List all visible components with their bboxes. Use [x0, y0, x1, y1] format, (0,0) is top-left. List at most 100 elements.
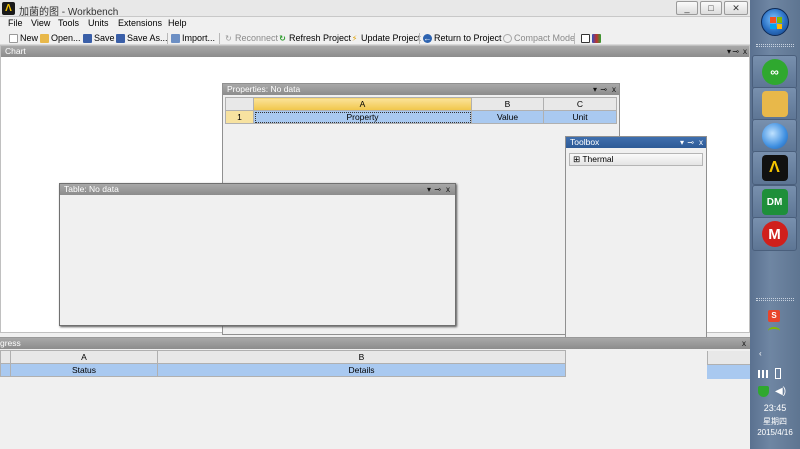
globe-icon	[761, 123, 788, 149]
properties-pin-icon[interactable]: ⊸	[600, 84, 607, 95]
table-pane-header: Table: No data ▾ ⊸ x	[60, 184, 455, 195]
start-button[interactable]	[761, 8, 789, 36]
progress-row-filler	[707, 365, 750, 379]
corner-cell	[225, 97, 254, 111]
taskbar-app-mechanical[interactable]: M	[752, 217, 797, 251]
show-hidden-icons-chevron[interactable]: ‹	[759, 349, 762, 358]
status-cell[interactable]: Status	[10, 363, 158, 377]
table-pin-icon[interactable]: ⊸	[434, 184, 441, 195]
progress-pane-header: gress x	[0, 338, 750, 349]
menu-tools[interactable]: Tools	[58, 18, 79, 28]
open-button[interactable]: Open...	[40, 32, 81, 44]
toolbar-separator	[574, 33, 575, 44]
toolbox-close-icon[interactable]: x	[699, 137, 703, 148]
chart-pin-icon[interactable]: ⊸	[732, 46, 739, 57]
window-title: 加菌的图 - Workbench	[19, 7, 119, 18]
save-as-label: Save As...	[127, 33, 168, 43]
save-as-button[interactable]: Save As...	[116, 32, 168, 44]
compact-mode-button[interactable]: Compact Mode	[503, 32, 575, 44]
save-button[interactable]: Save	[83, 32, 115, 44]
minimize-button[interactable]: _	[676, 1, 698, 15]
taskbar-app-folder[interactable]	[752, 87, 797, 121]
clock-day[interactable]: 星期四	[752, 416, 798, 427]
value-cell[interactable]: Value	[471, 110, 544, 124]
maximize-button[interactable]: □	[700, 1, 722, 15]
taskbar-grip	[756, 298, 794, 301]
column-header-a[interactable]: A	[253, 97, 472, 111]
volume-icon[interactable]: ◀)	[775, 386, 786, 397]
menu-help[interactable]: Help	[168, 18, 187, 28]
table-row: Status Details	[0, 363, 566, 377]
taskbar-app-designmodeler[interactable]: DM	[752, 185, 797, 219]
import-icon	[171, 33, 180, 43]
row-number[interactable]: 1	[225, 110, 254, 124]
toolbox-pane-title: Toolbox	[570, 137, 600, 147]
return-to-project-button[interactable]: ← Return to Project	[423, 32, 502, 44]
menu-bar: File View Tools Units Extensions Help	[0, 17, 750, 31]
import-button[interactable]: Import...	[171, 32, 215, 44]
folder-icon	[761, 91, 788, 117]
taskbar-app-browser[interactable]	[752, 119, 797, 153]
properties-pane-title: Properties: No data	[227, 84, 301, 94]
network-signal-icon[interactable]	[758, 370, 768, 378]
nvidia-icon[interactable]	[768, 327, 780, 335]
designmodeler-icon: DM	[761, 189, 788, 215]
property-cell[interactable]: Property	[253, 110, 472, 124]
chart-pane-title: Chart	[5, 46, 26, 56]
battery-icon[interactable]	[775, 368, 781, 379]
menu-view[interactable]: View	[31, 18, 50, 28]
table-close-icon[interactable]: x	[446, 184, 450, 195]
toolbox-item-thermal[interactable]: ⊞ Thermal	[569, 153, 703, 166]
chart-close-icon[interactable]: x	[743, 46, 747, 57]
taskbar-app-workbench[interactable]: Λ	[752, 151, 797, 185]
clock-time[interactable]: 23:45	[752, 403, 798, 413]
app-logo-icon: Λ	[2, 2, 15, 15]
details-cell[interactable]: Details	[157, 363, 566, 377]
column-header-c[interactable]: C	[543, 97, 617, 111]
progress-pane-title: gress	[0, 338, 21, 348]
column-header-b[interactable]: B	[471, 97, 544, 111]
save-as-icon	[116, 33, 125, 43]
title-bar: Λ 加菌的图 - Workbench _ □ ✕	[0, 0, 750, 18]
table-dropdown-icon[interactable]: ▾	[427, 184, 431, 195]
import-label: Import...	[182, 33, 216, 43]
table-pane-title: Table: No data	[64, 184, 119, 194]
reconnect-label: Reconnect	[235, 33, 279, 43]
security-shield-icon[interactable]	[758, 386, 769, 397]
toolbox-dropdown-icon[interactable]: ▾	[680, 137, 684, 148]
chart-dropdown-icon[interactable]: ▾	[727, 46, 731, 57]
new-button[interactable]: New	[9, 32, 38, 44]
properties-header-row: A B C	[225, 97, 617, 111]
new-file-icon	[9, 33, 18, 43]
row-number[interactable]	[0, 363, 11, 377]
toolbox-pin-icon[interactable]: ⊸	[687, 137, 694, 148]
refresh-project-button[interactable]: ↻ Refresh Project	[278, 32, 351, 44]
progress-close-icon[interactable]: x	[742, 338, 746, 349]
reconnect-button[interactable]: ↻ Reconnect	[224, 32, 278, 44]
unit-cell[interactable]: Unit	[543, 110, 617, 124]
ansys-icon: Λ	[761, 155, 788, 181]
close-button[interactable]: ✕	[724, 1, 748, 15]
taskbar-app-green[interactable]: ∞	[752, 55, 797, 89]
input-method-icon[interactable]: S	[768, 310, 780, 322]
reconnect-icon: ↻	[225, 33, 232, 43]
properties-dropdown-icon[interactable]: ▾	[593, 84, 597, 95]
menu-extensions[interactable]: Extensions	[118, 18, 162, 28]
update-project-button[interactable]: ⚡ Update Project	[350, 32, 421, 44]
properties-close-icon[interactable]: x	[612, 84, 616, 95]
column-header-b[interactable]: B	[157, 350, 566, 364]
mechanical-icon: M	[761, 221, 788, 247]
help-toggle-button[interactable]	[581, 32, 603, 44]
update-label: Update Project	[361, 33, 421, 43]
menu-file[interactable]: File	[8, 18, 23, 28]
help-icon	[581, 33, 590, 43]
column-header-a[interactable]: A	[10, 350, 158, 364]
compact-mode-icon	[503, 33, 512, 43]
back-arrow-icon: ←	[423, 33, 432, 43]
clock-date[interactable]: 2015/4/16	[750, 428, 800, 437]
menu-units[interactable]: Units	[88, 18, 109, 28]
progress-table: A B Status Details	[0, 350, 566, 377]
lightning-icon: ⚡	[351, 33, 358, 43]
expand-icon[interactable]: ⊞	[573, 154, 580, 164]
toolbox-item-label: Thermal	[582, 154, 614, 164]
